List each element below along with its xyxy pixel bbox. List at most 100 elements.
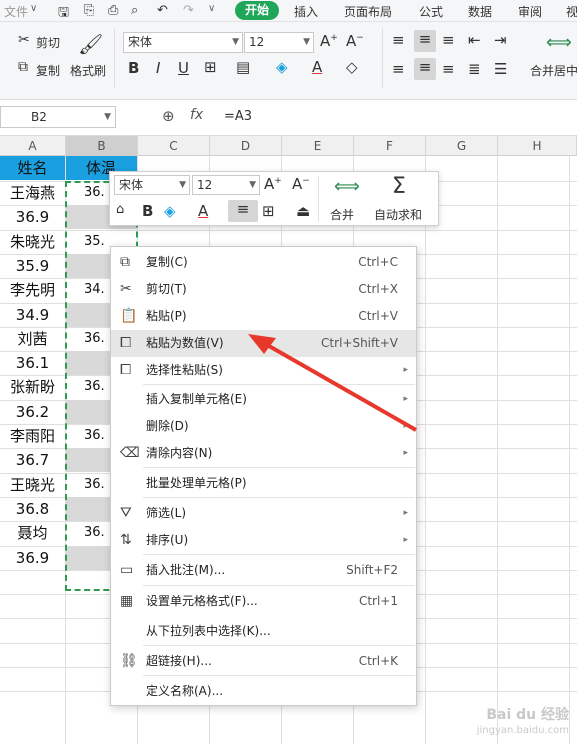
export-icon[interactable]: ⎘ xyxy=(84,3,94,18)
redo-icon[interactable]: ↷ xyxy=(183,3,194,18)
mini-font-select[interactable]: 宋体 ▼ xyxy=(114,175,190,195)
decrease-font-icon[interactable]: A− xyxy=(346,32,364,50)
column-header-c[interactable]: C xyxy=(138,136,210,156)
distribute-icon[interactable]: ☰ xyxy=(494,60,507,78)
clear-format-icon[interactable]: ◇ xyxy=(346,58,358,76)
table-cell-name[interactable]: 王海燕 xyxy=(0,181,65,205)
font-size-select[interactable]: 12 ▼ xyxy=(244,32,314,53)
table-cell-name[interactable]: 35.9 xyxy=(0,254,65,278)
formula-input[interactable]: =A3 xyxy=(224,109,252,124)
merge-icon[interactable]: ⟺ xyxy=(334,176,360,197)
increase-font-icon[interactable]: A+ xyxy=(264,175,282,193)
justify-icon[interactable]: ≣ xyxy=(468,60,481,78)
align-bottom-icon[interactable]: ≡ xyxy=(442,31,455,49)
menu-item[interactable]: 批量处理单元格(P) xyxy=(111,470,416,497)
align-top-icon[interactable]: ≡ xyxy=(392,31,405,49)
table-cell-name[interactable]: 36.8 xyxy=(0,497,65,521)
column-header-b[interactable]: B xyxy=(66,136,138,156)
table-cell-name[interactable]: 朱晓光 xyxy=(0,230,65,254)
format-painter-icon[interactable]: ⌂ xyxy=(116,202,124,217)
menu-item[interactable]: ⇅ 排序(U) ▸ xyxy=(111,527,416,554)
menu-item[interactable]: 定义名称(A)... xyxy=(111,678,416,705)
chevron-down-icon[interactable]: ∨ xyxy=(30,3,37,14)
file-menu-partial[interactable]: 文件 xyxy=(4,3,28,20)
border-icon[interactable]: ⊞ xyxy=(204,58,217,76)
table-cell-name[interactable]: 36.1 xyxy=(0,351,65,375)
menu-item[interactable]: ▭ 插入批注(M)... Shift+F2 xyxy=(111,557,416,584)
function-icon[interactable]: fx xyxy=(190,107,203,123)
table-cell-name[interactable]: 36.9 xyxy=(0,205,65,229)
toolbar-divider xyxy=(318,176,319,222)
table-cell-name[interactable]: 王晓光 xyxy=(0,473,65,497)
cut-button[interactable]: 剪切 xyxy=(36,34,60,51)
tab-insert[interactable]: 插入 xyxy=(294,3,318,20)
indent-increase-icon[interactable]: ⇥ xyxy=(494,31,507,49)
quick-access-more-icon[interactable]: ∨ xyxy=(208,3,215,14)
table-cell-name[interactable]: 36.2 xyxy=(0,400,65,424)
column-header-h[interactable]: H xyxy=(498,136,577,156)
table-cell-name[interactable]: 李雨阳 xyxy=(0,424,65,448)
decrease-font-icon[interactable]: A− xyxy=(292,175,310,193)
menu-item[interactable]: ⛛ 筛选(L) ▸ xyxy=(111,500,416,527)
font-color-icon[interactable]: A xyxy=(312,58,322,76)
menu-item[interactable]: ⌫ 清除内容(N) ▸ xyxy=(111,440,416,467)
align-left-icon[interactable]: ≡ xyxy=(392,60,405,78)
column-header-a[interactable]: A xyxy=(0,136,66,156)
table-cell-name[interactable]: 36.9 xyxy=(0,546,65,570)
cell-style-icon[interactable]: ▤ xyxy=(236,58,250,76)
header-cell-name[interactable]: 姓名 xyxy=(0,156,65,180)
border-icon[interactable]: ⊞ xyxy=(262,202,275,220)
mini-autosum-button[interactable]: 自动求和 xyxy=(374,206,422,223)
align-center-icon[interactable]: ≡ xyxy=(414,58,436,80)
column-header-e[interactable]: E xyxy=(282,136,354,156)
table-cell-name[interactable]: 聂均 xyxy=(0,521,65,545)
table-cell-name[interactable]: 36.7 xyxy=(0,448,65,472)
table-cell-name[interactable]: 张新盼 xyxy=(0,375,65,399)
tab-page-layout[interactable]: 页面布局 xyxy=(344,3,392,20)
tab-formula[interactable]: 公式 xyxy=(419,3,443,20)
menu-item[interactable]: ▦ 设置单元格格式(F)... Ctrl+1 xyxy=(111,588,416,615)
align-right-icon[interactable]: ≡ xyxy=(442,60,455,78)
merge-center-button[interactable]: 合并居中 xyxy=(530,62,577,79)
autosum-icon[interactable]: Σ xyxy=(392,174,406,199)
column-header-f[interactable]: F xyxy=(354,136,426,156)
table-cell-name[interactable]: 34.9 xyxy=(0,303,65,327)
undo-icon[interactable]: ↶ xyxy=(157,3,168,18)
print-icon[interactable]: ⎙ xyxy=(108,3,118,18)
menu-item[interactable]: ⛓ 超链接(H)... Ctrl+K xyxy=(111,648,416,675)
menu-item[interactable]: ✂ 剪切(T) Ctrl+X xyxy=(111,276,416,303)
column-header-d[interactable]: D xyxy=(210,136,282,156)
font-name-select[interactable]: 宋体 ▼ xyxy=(123,32,243,53)
indent-decrease-icon[interactable]: ⇤ xyxy=(468,31,481,49)
mini-merge-button[interactable]: 合并 xyxy=(330,206,354,223)
mini-size-select[interactable]: 12 ▼ xyxy=(192,175,260,195)
print-preview-icon[interactable]: ⌕ xyxy=(131,3,138,18)
font-color-icon[interactable]: A xyxy=(198,202,208,220)
fill-down-icon[interactable]: ⏏ xyxy=(296,202,310,220)
align-center-icon[interactable]: ≡ xyxy=(228,200,258,222)
column-header-g[interactable]: G xyxy=(426,136,498,156)
zoom-search-icon[interactable]: ⊕ xyxy=(162,107,175,125)
underline-icon[interactable]: U xyxy=(178,59,189,77)
copy-button[interactable]: 复制 xyxy=(36,62,60,79)
merge-center-icon[interactable]: ⟺ xyxy=(546,32,572,53)
fill-color-icon[interactable]: ◈ xyxy=(164,202,176,220)
bold-icon[interactable]: B xyxy=(142,202,153,220)
italic-icon[interactable]: I xyxy=(156,59,160,77)
tab-view[interactable]: 视 xyxy=(566,3,577,20)
format-painter-button[interactable]: 格式刷 xyxy=(70,62,106,79)
table-cell-name[interactable]: 刘茜 xyxy=(0,327,65,351)
align-middle-icon[interactable]: ≡ xyxy=(414,30,436,52)
tab-data[interactable]: 数据 xyxy=(468,3,492,20)
menu-item-label: 剪切(T) xyxy=(146,282,187,296)
fill-color-icon[interactable]: ◈ xyxy=(276,58,288,76)
tab-start[interactable]: 开始 xyxy=(235,1,279,20)
menu-item[interactable]: 📋 粘贴(P) Ctrl+V xyxy=(111,303,416,330)
bold-icon[interactable]: B xyxy=(128,59,139,77)
increase-font-icon[interactable]: A+ xyxy=(320,32,338,50)
menu-item[interactable]: 从下拉列表中选择(K)... xyxy=(111,618,416,645)
menu-item[interactable]: ⧉ 复制(C) Ctrl+C xyxy=(111,249,416,276)
tab-review[interactable]: 审阅 xyxy=(518,3,542,20)
table-cell-name[interactable]: 李先明 xyxy=(0,278,65,302)
name-box[interactable]: B2 ▼ xyxy=(0,106,116,128)
